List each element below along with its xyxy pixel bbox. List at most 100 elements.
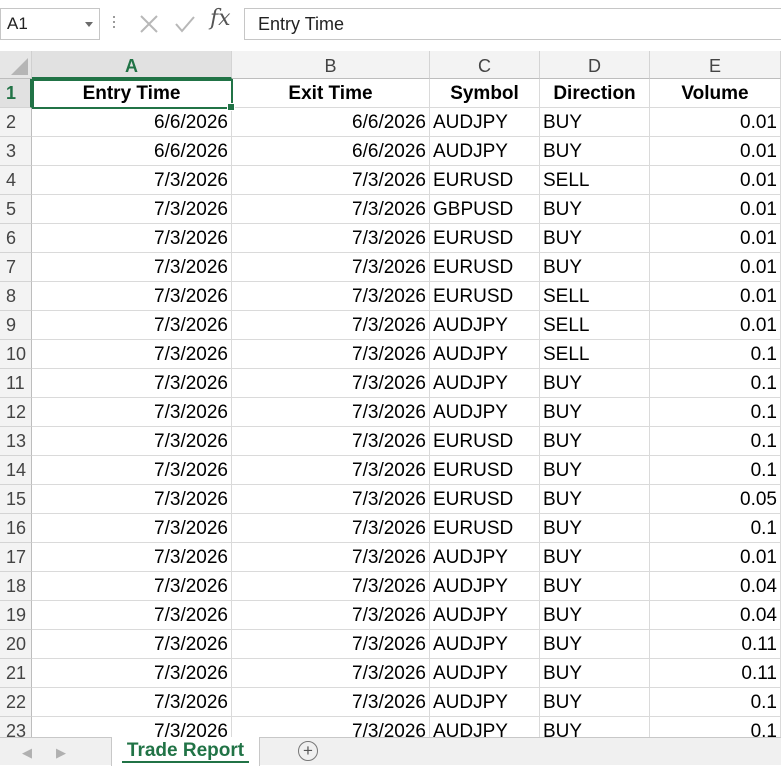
cell-symbol[interactable]: EURUSD xyxy=(430,456,540,485)
cell-entry[interactable]: 7/3/2026 xyxy=(32,166,232,195)
row-header[interactable]: 22 xyxy=(0,688,32,717)
chevron-down-icon[interactable] xyxy=(85,22,93,27)
row-header[interactable]: 11 xyxy=(0,369,32,398)
cell-direction[interactable]: BUY xyxy=(540,108,650,137)
row-header[interactable]: 21 xyxy=(0,659,32,688)
cell-direction[interactable]: BUY xyxy=(540,659,650,688)
row-header[interactable]: 12 xyxy=(0,398,32,427)
cell-direction[interactable]: SELL xyxy=(540,166,650,195)
cell-exit[interactable]: 7/3/2026 xyxy=(232,427,430,456)
cell-symbol[interactable]: AUDJPY xyxy=(430,398,540,427)
insert-function-icon[interactable]: fx xyxy=(210,6,231,31)
cell-volume[interactable]: 0.01 xyxy=(650,543,781,572)
select-all-button[interactable] xyxy=(0,51,32,79)
cell-volume[interactable]: 0.1 xyxy=(650,369,781,398)
column-header-d[interactable]: D xyxy=(540,51,650,79)
cell-direction[interactable]: BUY xyxy=(540,195,650,224)
cell-exit[interactable]: 7/3/2026 xyxy=(232,717,430,737)
cell-exit[interactable]: 7/3/2026 xyxy=(232,456,430,485)
cell-volume[interactable]: 0.1 xyxy=(650,427,781,456)
scroll-right-icon[interactable]: ▶ xyxy=(56,745,66,761)
cell-exit[interactable]: 7/3/2026 xyxy=(232,659,430,688)
header-cell-d[interactable]: Direction xyxy=(540,79,650,108)
check-icon[interactable] xyxy=(172,11,198,37)
add-sheet-icon[interactable]: + xyxy=(298,741,318,761)
cell-volume[interactable]: 0.01 xyxy=(650,166,781,195)
cell-entry[interactable]: 7/3/2026 xyxy=(32,369,232,398)
cell-exit[interactable]: 7/3/2026 xyxy=(232,601,430,630)
cell-symbol[interactable]: AUDJPY xyxy=(430,572,540,601)
cell-direction[interactable]: BUY xyxy=(540,224,650,253)
cell-entry[interactable]: 7/3/2026 xyxy=(32,282,232,311)
cell-entry[interactable]: 7/3/2026 xyxy=(32,427,232,456)
cell-symbol[interactable]: AUDJPY xyxy=(430,340,540,369)
row-header[interactable]: 23 xyxy=(0,717,32,737)
cell-direction[interactable]: BUY xyxy=(540,398,650,427)
cell-symbol[interactable]: AUDJPY xyxy=(430,688,540,717)
row-header[interactable]: 19 xyxy=(0,601,32,630)
cell-direction[interactable]: BUY xyxy=(540,514,650,543)
row-header[interactable]: 3 xyxy=(0,137,32,166)
cell-entry[interactable]: 7/3/2026 xyxy=(32,398,232,427)
cell-volume[interactable]: 0.1 xyxy=(650,456,781,485)
cell-entry[interactable]: 7/3/2026 xyxy=(32,311,232,340)
row-header[interactable]: 8 xyxy=(0,282,32,311)
cell-exit[interactable]: 7/3/2026 xyxy=(232,369,430,398)
cancel-icon[interactable] xyxy=(136,11,162,37)
cell-direction[interactable]: BUY xyxy=(540,369,650,398)
cell-volume[interactable]: 0.01 xyxy=(650,108,781,137)
row-header[interactable]: 7 xyxy=(0,253,32,282)
cell-exit[interactable]: 7/3/2026 xyxy=(232,485,430,514)
cell-exit[interactable]: 6/6/2026 xyxy=(232,137,430,166)
cell-symbol[interactable]: AUDJPY xyxy=(430,108,540,137)
cell-symbol[interactable]: AUDJPY xyxy=(430,543,540,572)
row-header[interactable]: 20 xyxy=(0,630,32,659)
cell-symbol[interactable]: EURUSD xyxy=(430,514,540,543)
cell-volume[interactable]: 0.04 xyxy=(650,572,781,601)
header-cell-e[interactable]: Volume xyxy=(650,79,781,108)
row-header[interactable]: 9 xyxy=(0,311,32,340)
row-header[interactable]: 15 xyxy=(0,485,32,514)
cell-direction[interactable]: BUY xyxy=(540,688,650,717)
column-header-c[interactable]: C xyxy=(430,51,540,79)
cell-volume[interactable]: 0.1 xyxy=(650,398,781,427)
cell-symbol[interactable]: EURUSD xyxy=(430,224,540,253)
row-header[interactable]: 6 xyxy=(0,224,32,253)
cell-volume[interactable]: 0.1 xyxy=(650,717,781,737)
cell-entry[interactable]: 7/3/2026 xyxy=(32,659,232,688)
cell-direction[interactable]: BUY xyxy=(540,543,650,572)
row-header[interactable]: 4 xyxy=(0,166,32,195)
cell-symbol[interactable]: AUDJPY xyxy=(430,311,540,340)
column-header-e[interactable]: E xyxy=(650,51,781,79)
cell-exit[interactable]: 7/3/2026 xyxy=(232,398,430,427)
cell-entry[interactable]: 7/3/2026 xyxy=(32,253,232,282)
cell-volume[interactable]: 0.01 xyxy=(650,253,781,282)
cell-symbol[interactable]: GBPUSD xyxy=(430,195,540,224)
cell-entry[interactable]: 7/3/2026 xyxy=(32,340,232,369)
cell-direction[interactable]: SELL xyxy=(540,340,650,369)
cell-entry[interactable]: 7/3/2026 xyxy=(32,456,232,485)
cell-symbol[interactable]: AUDJPY xyxy=(430,137,540,166)
cell-volume[interactable]: 0.01 xyxy=(650,282,781,311)
cell-exit[interactable]: 7/3/2026 xyxy=(232,253,430,282)
cell-direction[interactable]: BUY xyxy=(540,485,650,514)
cell-entry[interactable]: 6/6/2026 xyxy=(32,137,232,166)
cell-volume[interactable]: 0.05 xyxy=(650,485,781,514)
header-cell-c[interactable]: Symbol xyxy=(430,79,540,108)
cell-exit[interactable]: 7/3/2026 xyxy=(232,543,430,572)
cell-entry[interactable]: 7/3/2026 xyxy=(32,630,232,659)
cell-symbol[interactable]: AUDJPY xyxy=(430,630,540,659)
cell-symbol[interactable]: EURUSD xyxy=(430,282,540,311)
row-header[interactable]: 5 xyxy=(0,195,32,224)
cell-symbol[interactable]: AUDJPY xyxy=(430,369,540,398)
row-header[interactable]: 16 xyxy=(0,514,32,543)
cell-entry[interactable]: 7/3/2026 xyxy=(32,688,232,717)
cell-exit[interactable]: 7/3/2026 xyxy=(232,166,430,195)
cell-volume[interactable]: 0.11 xyxy=(650,630,781,659)
cell-entry[interactable]: 7/3/2026 xyxy=(32,601,232,630)
cell-symbol[interactable]: EURUSD xyxy=(430,166,540,195)
cell-volume[interactable]: 0.04 xyxy=(650,601,781,630)
cell-volume[interactable]: 0.11 xyxy=(650,659,781,688)
row-header[interactable]: 14 xyxy=(0,456,32,485)
cell-exit[interactable]: 7/3/2026 xyxy=(232,340,430,369)
